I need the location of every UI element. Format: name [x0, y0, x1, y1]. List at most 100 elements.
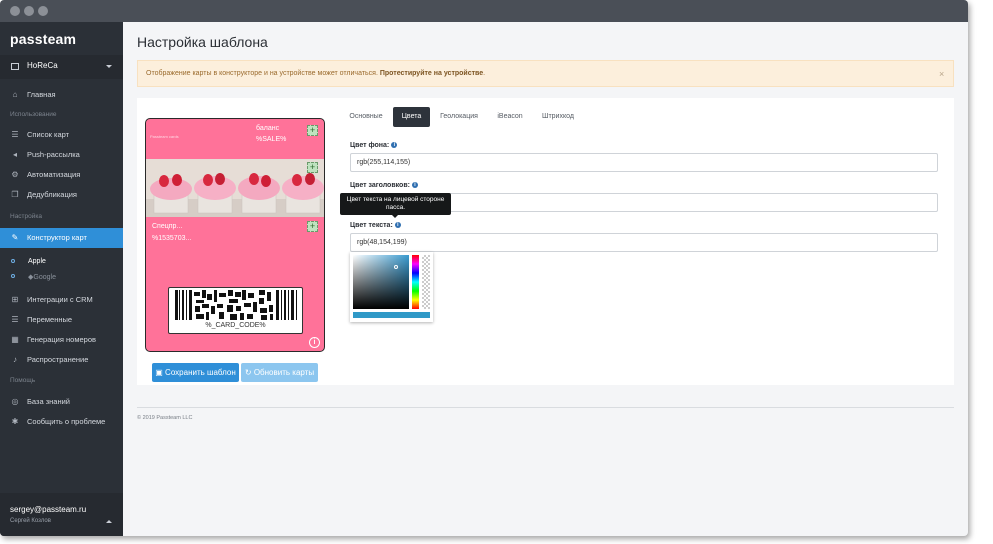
- page-title: Настройка шаблона: [137, 34, 268, 50]
- user-name: Сергей Козлов: [10, 518, 51, 524]
- chevron-down-icon: [106, 65, 112, 68]
- gear-icon: ⚙: [11, 170, 19, 179]
- brush-icon: ✎: [11, 233, 19, 242]
- subitem-apple[interactable]: Apple: [0, 255, 123, 269]
- sidebar: passteam HoReCa ⌂ Главная Использование …: [0, 22, 123, 536]
- barcode-text: %_CARD_CODE%: [205, 322, 266, 329]
- tab-colors[interactable]: Цвета: [393, 107, 430, 127]
- user-email: sergey@passteam.ru: [10, 505, 87, 514]
- copy-icon: ❐: [11, 190, 19, 199]
- bell-icon: ♪: [13, 355, 17, 364]
- title-bar: [0, 0, 968, 22]
- card-balance-label: баланс: [256, 125, 280, 132]
- bg-color-value: rgb(255,114,155): [357, 159, 411, 166]
- sidebar-item-label: Главная: [27, 90, 56, 99]
- card-balance-value: %SALE%: [256, 136, 287, 143]
- sidebar-item-distribution[interactable]: ♪ Распространение: [0, 350, 123, 370]
- settings-panel: Основные Цвета Геолокация iBeacon Штрихк…: [333, 98, 954, 385]
- sidebar-item-crm[interactable]: ⊞ Интеграции с CRM: [0, 290, 123, 310]
- sidebar-item-label: Конструктор карт: [27, 233, 87, 242]
- megaphone-icon: ◂: [12, 150, 17, 159]
- list-icon: ☰: [11, 130, 19, 139]
- pass-card-preview: Passteam cards баланс %SALE% + + Спецпр.…: [145, 118, 325, 352]
- sidebar-item-dedup[interactable]: ❐ Дедубликация: [0, 185, 123, 205]
- tab-basic[interactable]: Основные: [343, 107, 389, 127]
- info-icon[interactable]: i: [391, 142, 398, 148]
- sidebar-item-label: Сообщить о проблеме: [27, 417, 106, 426]
- info-icon[interactable]: i: [411, 182, 418, 188]
- color-preview: [353, 312, 430, 318]
- chevron-up-icon: [106, 520, 112, 523]
- card-strip-image: +: [146, 159, 324, 217]
- sidebar-item-home[interactable]: ⌂ Главная: [0, 85, 123, 105]
- footer-copyright: © 2019 Passteam LLC: [137, 415, 193, 421]
- sidebar-item-label: База знаний: [27, 397, 70, 406]
- main-content: Настройка шаблона Отображение карты в ко…: [123, 22, 968, 536]
- section-help: Помощь: [10, 377, 36, 384]
- tab-barcode[interactable]: Штрихкод: [536, 107, 580, 127]
- logo[interactable]: passteam: [10, 31, 76, 47]
- user-menu[interactable]: sergey@passteam.ru Сергей Козлов: [0, 493, 123, 536]
- bug-icon: ✱: [11, 417, 19, 426]
- sidebar-item-label: Распространение: [27, 355, 89, 364]
- floppy-icon: ▣: [155, 368, 163, 377]
- tab-ibeacon[interactable]: iBeacon: [489, 107, 531, 127]
- sidebar-item-cards[interactable]: ☰ Список карт: [0, 125, 123, 145]
- alpha-slider[interactable]: [422, 255, 430, 309]
- window-maximize-dot[interactable]: [38, 6, 48, 16]
- card-secondary-label: Спецпр...: [152, 223, 183, 230]
- add-field-button[interactable]: +: [307, 125, 318, 136]
- lifebuoy-icon: ◎: [11, 397, 19, 406]
- sidebar-item-automation[interactable]: ⚙ Автоматизация: [0, 165, 123, 185]
- org-selector[interactable]: HoReCa: [0, 55, 123, 79]
- section-settings: Настройка: [10, 213, 42, 220]
- bg-color-label: Цвет фона: i: [350, 142, 398, 149]
- bg-color-input[interactable]: rgb(255,114,155): [350, 153, 938, 172]
- window-close-dot[interactable]: [10, 6, 20, 16]
- text-color-input[interactable]: rgb(48,154,199): [350, 233, 938, 252]
- sidebar-item-knowledge[interactable]: ◎ База знаний: [0, 392, 123, 412]
- radio-icon: [11, 259, 15, 263]
- sidebar-item-push[interactable]: ◂ Push-рассылка: [0, 145, 123, 165]
- org-icon: [11, 63, 19, 70]
- sidebar-item-label: Дедубликация: [27, 190, 77, 199]
- card-brand: Passteam cards: [150, 134, 179, 139]
- subitem-label: Apple: [28, 258, 46, 265]
- close-icon[interactable]: ×: [939, 69, 944, 79]
- info-icon[interactable]: i: [394, 222, 401, 228]
- app-window: passteam HoReCa ⌂ Главная Использование …: [0, 0, 968, 536]
- sitemap-icon: ⊞: [11, 295, 19, 304]
- sidebar-item-numbers[interactable]: ▦ Генерация номеров: [0, 330, 123, 350]
- window-minimize-dot[interactable]: [24, 6, 34, 16]
- tooltip: Цвет текста на лицевой стороне пасса.: [340, 193, 451, 215]
- info-icon[interactable]: i: [309, 337, 320, 348]
- add-secondary-field-button[interactable]: +: [307, 221, 318, 232]
- sidebar-item-label: Список карт: [27, 130, 70, 139]
- alert-banner: Отображение карты в конструкторе и на ус…: [137, 60, 954, 87]
- refresh-icon: ↻: [244, 368, 252, 377]
- alert-text: Отображение карты в конструкторе и на ус…: [146, 70, 486, 77]
- tab-geolocation[interactable]: Геолокация: [435, 107, 483, 127]
- refresh-cards-button[interactable]: ↻ Обновить карты: [241, 363, 318, 382]
- text-color-label: Цвет текста: i: [350, 222, 401, 229]
- sidebar-item-constructor[interactable]: ✎ Конструктор карт: [0, 228, 123, 248]
- sidebar-item-label: Автоматизация: [27, 170, 81, 179]
- saturation-cursor[interactable]: [394, 265, 398, 269]
- add-strip-image-button[interactable]: +: [307, 162, 318, 173]
- hue-slider[interactable]: [412, 255, 419, 309]
- footer-divider: [137, 407, 954, 408]
- subitem-google[interactable]: ◆Google: [0, 270, 123, 284]
- saturation-area[interactable]: [353, 255, 409, 309]
- sidebar-item-report[interactable]: ✱ Сообщить о проблеме: [0, 412, 123, 432]
- alert-link[interactable]: Протестируйте на устройстве: [380, 70, 483, 77]
- cupcakes-image: [146, 159, 324, 217]
- sidebar-item-label: Переменные: [27, 315, 73, 324]
- sidebar-item-label: Генерация номеров: [27, 335, 96, 344]
- grid-icon: ▦: [11, 335, 19, 344]
- text-color-value: rgb(48,154,199): [357, 239, 407, 246]
- radio-icon: [11, 274, 15, 278]
- save-template-button[interactable]: ▣ Сохранить шаблон: [152, 363, 239, 382]
- sidebar-item-variables[interactable]: ☰ Переменные: [0, 310, 123, 330]
- card-secondary-value: %1535703...: [152, 235, 192, 242]
- org-label: HoReCa: [27, 61, 58, 70]
